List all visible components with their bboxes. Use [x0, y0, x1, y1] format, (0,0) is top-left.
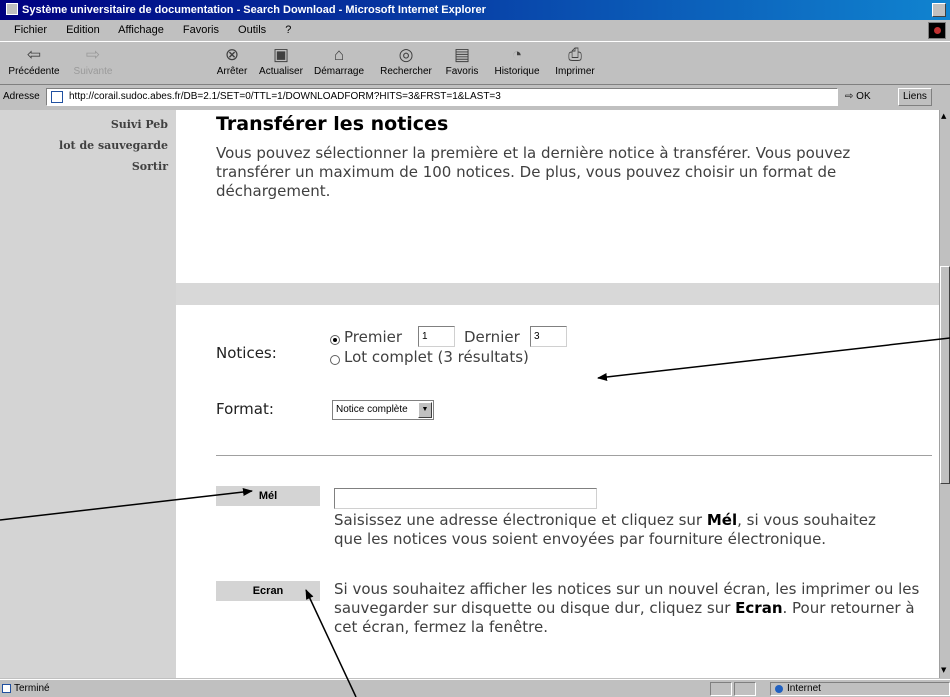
back-arrow-icon: ⇦: [26, 45, 42, 64]
ie-icon: [6, 3, 18, 15]
stop-label: Arrêter: [216, 66, 248, 77]
favorites-button[interactable]: ▤ Favoris: [438, 44, 486, 82]
mel-text-before: Saisissez une adresse électronique et cl…: [334, 511, 707, 529]
address-input[interactable]: http://corail.sudoc.abes.fr/DB=2.1/SET=0…: [46, 88, 838, 106]
lot-complet-label: Lot complet (3 résultats): [344, 348, 529, 366]
separator-bar: [176, 283, 939, 305]
menu-favoris[interactable]: Favoris: [183, 24, 219, 36]
history-icon: ◔: [511, 45, 523, 64]
search-label: Rechercher: [380, 66, 432, 77]
menu-outils[interactable]: Outils: [238, 24, 266, 36]
favorites-icon: ▤: [453, 45, 471, 64]
print-label: Imprimer: [555, 66, 595, 77]
links-button[interactable]: Liens: [898, 88, 932, 106]
left-nav: Suivi Peb lot de sauvegarde Sortir: [0, 110, 176, 678]
menu-fichier[interactable]: Fichier: [14, 24, 47, 36]
print-icon: ⎙: [568, 45, 582, 64]
status-text: Terminé: [14, 683, 50, 694]
ecran-button[interactable]: Ecran: [216, 581, 320, 601]
mel-text-bold: Mél: [706, 511, 738, 529]
mel-help-text: Saisissez une adresse électronique et cl…: [334, 511, 894, 549]
menu-help[interactable]: ?: [285, 24, 291, 36]
windows-logo-icon: [928, 22, 946, 39]
chevron-down-icon: ▼: [418, 402, 432, 418]
ecran-text-bold: Ecran: [735, 599, 783, 617]
browser-window: Système universitaire de documentation -…: [0, 0, 950, 697]
menu-edition[interactable]: Edition: [66, 24, 100, 36]
security-zone: Internet: [770, 682, 950, 696]
page-title: Transférer les notices: [216, 113, 449, 135]
window-controls[interactable]: [932, 3, 946, 17]
home-icon: ⌂: [333, 45, 345, 64]
back-label: Précédente: [8, 66, 60, 77]
search-button[interactable]: ◎ Rechercher: [374, 44, 438, 82]
search-icon: ◎: [398, 45, 414, 64]
history-label: Historique: [494, 66, 540, 77]
address-label: Adresse: [3, 91, 40, 102]
history-button[interactable]: ◔ Historique: [490, 44, 544, 82]
print-button[interactable]: ⎙ Imprimer: [550, 44, 600, 82]
email-field[interactable]: [334, 488, 597, 509]
window-title: Système universitaire de documentation -…: [22, 4, 486, 16]
menu-affichage[interactable]: Affichage: [118, 24, 164, 36]
mel-button[interactable]: Mél: [216, 486, 320, 506]
premier-label: Premier: [344, 328, 403, 346]
back-button[interactable]: ⇦ Précédente: [4, 44, 64, 82]
refresh-icon: ▣: [272, 45, 290, 64]
format-label: Format:: [216, 400, 274, 418]
nav-suivi-peb[interactable]: Suivi Peb: [111, 118, 168, 131]
scrollbar-thumb[interactable]: [940, 266, 950, 484]
stop-icon: ⊗: [224, 45, 240, 64]
scroll-down-icon[interactable]: ▼: [941, 666, 946, 674]
home-label: Démarrage: [313, 66, 365, 77]
forward-button[interactable]: ⇨ Suivante: [62, 44, 124, 82]
radio-lot-complet[interactable]: [330, 355, 340, 365]
status-cell: [710, 682, 732, 696]
divider: [216, 455, 932, 456]
address-bar: Adresse http://corail.sudoc.abes.fr/DB=2…: [0, 86, 950, 108]
notices-label: Notices:: [216, 344, 277, 362]
home-button[interactable]: ⌂ Démarrage: [308, 44, 370, 82]
menu-bar: Fichier Edition Affichage Favoris Outils…: [0, 20, 950, 40]
refresh-button[interactable]: ▣ Actualiser: [254, 44, 308, 82]
refresh-label: Actualiser: [259, 66, 303, 77]
go-button[interactable]: ⇨ OK: [845, 86, 871, 108]
stop-button[interactable]: ⊗ Arrêter: [208, 44, 256, 82]
premier-input[interactable]: 1: [418, 326, 455, 347]
page-icon: [51, 91, 63, 103]
format-selected: Notice complète: [336, 404, 408, 415]
page-viewport: Suivi Peb lot de sauvegarde Sortir Trans…: [0, 110, 939, 678]
vertical-scrollbar[interactable]: ▲ ▼: [939, 110, 950, 678]
forward-label: Suivante: [73, 66, 113, 77]
dernier-input[interactable]: 3: [530, 326, 567, 347]
dernier-label: Dernier: [464, 328, 520, 346]
format-select[interactable]: Notice complète ▼: [332, 400, 434, 420]
toolbar: ⇦ Précédente ⇨ Suivante ⊗ Arrêter ▣ Actu…: [0, 41, 950, 85]
ecran-help-text: Si vous souhaitez afficher les notices s…: [334, 580, 934, 678]
status-bar: Terminé Internet: [0, 679, 950, 697]
nav-sortir[interactable]: Sortir: [132, 160, 168, 173]
scroll-up-icon[interactable]: ▲: [941, 112, 946, 120]
nav-lot-de-sauvegarde[interactable]: lot de sauvegarde: [59, 139, 168, 152]
address-url: http://corail.sudoc.abes.fr/DB=2.1/SET=0…: [69, 91, 501, 102]
radio-premier[interactable]: [330, 335, 340, 345]
done-icon: [2, 684, 11, 693]
intro-text: Vous pouvez sélectionner la première et …: [216, 144, 851, 200]
forward-arrow-icon: ⇨: [85, 45, 101, 64]
go-label: OK: [856, 91, 871, 102]
favorites-label: Favoris: [445, 66, 479, 77]
status-cell: [734, 682, 756, 696]
title-bar: Système universitaire de documentation -…: [0, 0, 950, 20]
